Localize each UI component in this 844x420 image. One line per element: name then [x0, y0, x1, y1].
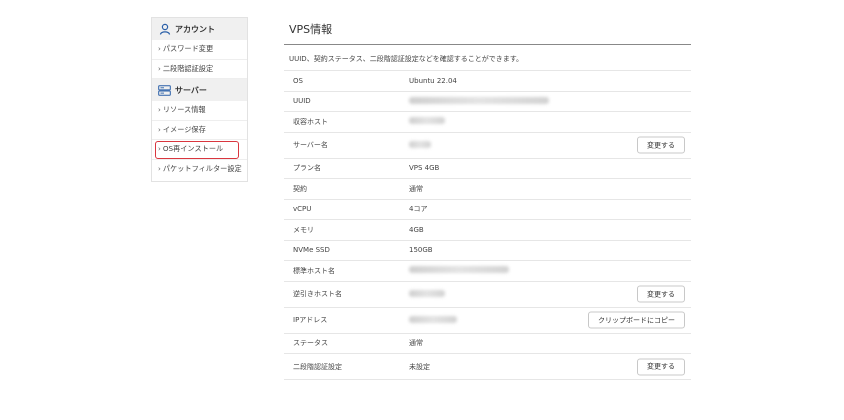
sidebar-section-account: アカウント — [152, 18, 247, 40]
sidebar-item-password[interactable]: › パスワード変更 — [152, 40, 247, 60]
sidebar-item-packet-filter[interactable]: › パケットフィルター設定 — [152, 160, 247, 180]
chevron-right-icon: › — [158, 64, 161, 73]
table-row-ip-address: IPアドレス クリップボードにコピー — [284, 308, 691, 334]
redacted-value — [409, 96, 549, 104]
sidebar-section-server: サーバー — [152, 79, 247, 101]
table-row-default-hostname: 標準ホスト名 — [284, 261, 691, 282]
sidebar-item-label: 二段階認証設定 — [162, 63, 214, 73]
sidebar-item-label: イメージ保存 — [162, 124, 206, 134]
table-row-contract: 契約 通常 — [284, 179, 691, 200]
row-label: 収容ホスト — [293, 117, 328, 126]
chevron-right-icon: › — [158, 165, 161, 174]
table-row-status: ステータス 通常 — [284, 334, 691, 354]
row-value: VPS 4GB — [409, 164, 440, 173]
row-label: 逆引きホスト名 — [293, 290, 342, 298]
row-label: サーバー名 — [293, 141, 328, 149]
table-row-plan: プラン名 VPS 4GB — [284, 159, 691, 179]
server-icon — [158, 84, 171, 97]
sidebar-item-label: パスワード変更 — [162, 44, 214, 54]
chevron-right-icon: › — [158, 106, 161, 115]
row-label: プラン名 — [293, 164, 321, 173]
row-value: Ubuntu 22.04 — [409, 76, 457, 85]
table-row-reverse-hostname: 逆引きホスト名 変更する — [284, 282, 691, 308]
copy-to-clipboard-button[interactable]: クリップボードにコピー — [588, 311, 685, 329]
row-value: 通常 — [409, 339, 423, 348]
table-row-os: OS Ubuntu 22.04 — [284, 71, 691, 92]
table-row-uuid: UUID — [284, 92, 691, 112]
redacted-value — [409, 117, 445, 125]
user-icon — [158, 23, 171, 36]
row-label: 標準ホスト名 — [293, 266, 335, 275]
chevron-right-icon: › — [158, 145, 161, 154]
row-value: 4GB — [409, 225, 424, 234]
row-label: NVMe SSD — [293, 246, 330, 255]
sidebar-section-account-title: アカウント — [175, 24, 215, 34]
sidebar: アカウント › パスワード変更 › 二段階認証設定 サーバー › リソース情報 … — [151, 17, 248, 182]
main-content: VPS情報 UUID、契約ステータス、二段階認証設定などを確認することができます… — [284, 17, 691, 380]
sidebar-item-label: リソース情報 — [162, 105, 206, 115]
sidebar-item-image-save[interactable]: › イメージ保存 — [152, 121, 247, 140]
redacted-value — [409, 315, 457, 323]
redacted-value — [409, 140, 431, 148]
row-value-redacted — [409, 117, 691, 126]
redacted-value — [409, 266, 509, 274]
row-label: OS — [293, 76, 303, 85]
row-label: IPアドレス — [293, 316, 328, 324]
row-value: 通常 — [409, 184, 423, 193]
change-two-factor-button[interactable]: 変更する — [637, 358, 685, 375]
row-value-redacted — [409, 96, 691, 106]
chevron-right-icon: › — [158, 125, 161, 134]
row-label: vCPU — [293, 205, 312, 214]
table-row-two-factor: 二段階認証設定 未設定 変更する — [284, 354, 691, 380]
sidebar-item-two-factor[interactable]: › 二段階認証設定 — [152, 60, 247, 79]
sidebar-section-server-title: サーバー — [175, 85, 207, 95]
redacted-value — [409, 289, 445, 297]
row-value: 150GB — [409, 246, 433, 255]
sidebar-item-label: パケットフィルター設定 — [162, 164, 242, 174]
sidebar-item-resource-info[interactable]: › リソース情報 — [152, 101, 247, 121]
change-server-name-button[interactable]: 変更する — [637, 136, 685, 154]
chevron-right-icon: › — [158, 45, 161, 54]
page-title: VPS情報 — [284, 17, 691, 45]
table-row-server-name: サーバー名 変更する — [284, 133, 691, 159]
table-row-ssd: NVMe SSD 150GB — [284, 241, 691, 261]
sidebar-item-label: OS再インストール — [162, 144, 224, 154]
table-row-vcpu: vCPU 4コア — [284, 200, 691, 220]
table-row-memory: メモリ 4GB — [284, 220, 691, 241]
row-label: UUID — [293, 97, 311, 106]
row-label: 二段階認証設定 — [293, 362, 342, 371]
row-label: ステータス — [293, 339, 328, 348]
sidebar-item-os-reinstall[interactable]: › OS再インストール — [152, 140, 247, 160]
row-label: 契約 — [293, 184, 307, 193]
page-description: UUID、契約ステータス、二段階認証設定などを確認することができます。 — [289, 55, 524, 63]
vps-info-table: OS Ubuntu 22.04 UUID 収容ホスト サーバー名 変更する プラ… — [284, 70, 691, 380]
table-row-host: 収容ホスト — [284, 112, 691, 133]
row-value: 4コア — [409, 205, 428, 214]
row-label: メモリ — [293, 225, 314, 234]
change-reverse-hostname-button[interactable]: 変更する — [637, 285, 685, 303]
row-value-redacted — [409, 266, 691, 275]
